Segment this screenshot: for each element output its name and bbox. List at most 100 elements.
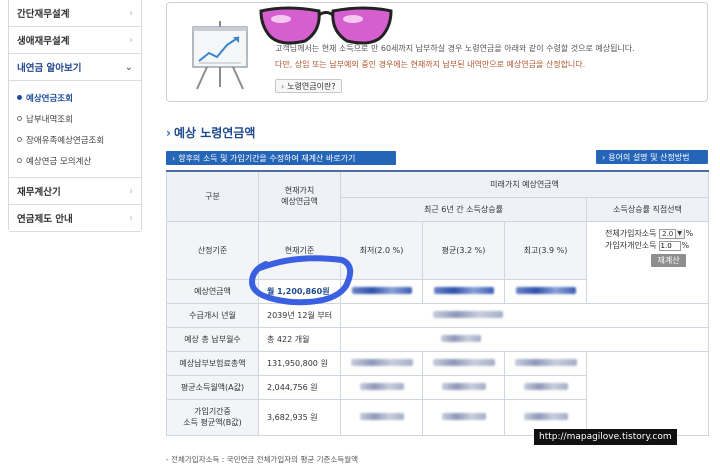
pension-table: 구분 현재가치 예상연금액 미래가치 예상연금액 최근 6년 간 소득상승률 소득… [166,170,710,436]
arrow-right-icon: › [602,152,606,162]
blurred-cell [340,398,423,436]
sidebar-item-system-guide[interactable]: 연금제도 안내 › [9,205,141,232]
sidebar-subitem-simulation[interactable]: 예상연금 모의계산 [17,150,141,171]
row-label-line1: 가입기간중 [194,407,231,416]
table-cell: 2039년 12월 부터 [258,302,341,328]
recalc-shortcut-button[interactable]: › 향후의 소득 및 가입기간을 수정하여 재계산 바로가기 [166,151,396,165]
sidebar-item-label: 내연금 알아보기 [17,63,82,74]
blurred-value [441,334,481,342]
blurred-cell [504,278,587,304]
sidebar-subitem-payment-history[interactable]: 납부내역조회 [17,108,141,129]
empty-cell [585,350,710,436]
blurred-cell [504,350,587,376]
personal-income-input[interactable] [658,240,681,251]
blurred-value [515,286,576,294]
row-label: 가입기간중소득 평균액(B값) [166,398,259,436]
intro-panel: 고객님께서는 현재 소득으로 만 60세까지 납부하실 경우 노령연금을 아래와… [166,2,708,102]
percent-label: % [681,241,690,250]
sidebar-subitem-disability-survivor[interactable]: 장애유족예상연금조회 [17,129,141,150]
blurred-value [351,286,412,294]
rate-low: 최저(2.0 %) [340,220,423,280]
arrow-right-icon: › [281,81,285,91]
blurred-cell [422,374,505,400]
sidebar-subitem-label: 장애유족예상연금조회 [26,135,105,146]
chevron-right-icon: › [166,126,171,140]
arrow-right-icon: › [172,153,176,163]
pension-info-button[interactable]: › 노령연금이란? [275,79,342,93]
blurred-value [350,358,413,366]
terms-explanation-button[interactable]: › 용어의 설명 및 산정방법 [596,150,708,164]
blurred-value [433,310,503,318]
sidebar-item-simple-plan[interactable]: 간단재무설계 › [9,0,141,27]
bullet-icon [17,137,22,142]
header-category: 구분 [166,170,259,222]
current-pension-value: 월 1,200,860원 [258,278,341,304]
sidebar-item-calculator[interactable]: 재무계산기 › [9,178,141,205]
sidebar-item-label: 연금제도 안내 [17,214,73,225]
presentation-chart-icon [192,21,248,90]
chevron-right-icon: › [129,7,133,19]
overall-income-select[interactable]: 2.0 ▼ [658,228,685,239]
blurred-cell [340,350,423,376]
table-cell: 3,682,935 원 [258,398,341,436]
row-label: 예상납부보험료총액 [166,350,259,376]
blurred-cell [422,350,505,376]
personal-income-row: 가입자개인소득% [605,240,706,252]
blurred-value [514,358,577,366]
blurred-value [359,382,404,390]
current-basis: 현재기준 [258,220,341,280]
sidebar-subitem-expected-pension[interactable]: 예상연금조회 [17,87,141,108]
blurred-value [523,412,568,420]
sidebar-subitem-label: 예상연금조회 [26,93,73,104]
blurred-value [433,286,494,294]
sidebar-nav: 간단재무설계 › 생애재무설계 › 내연금 알아보기 ⌄ 예상연금조회 납부내역조회 … [8,0,142,232]
blurred-value [523,382,568,390]
header-current-line1: 현재가치 [284,186,315,196]
terms-explanation-label: 용어의 설명 및 산정방법 [608,152,690,162]
blurred-value [441,412,486,420]
sidebar-item-life-plan[interactable]: 생애재무설계 › [9,27,141,54]
intro-text: 고객님께서는 현재 소득으로 만 60세까지 납부하실 경우 노령연금을 아래와… [275,44,635,53]
page-title: › 예상 노령연금액 [166,124,255,141]
bullet-icon [17,116,22,121]
blurred-value [359,412,404,420]
overall-income-label: 전체가입자소득 [605,229,657,238]
bullet-icon [17,158,22,163]
recalc-shortcut-label: 향후의 소득 및 가입기간을 수정하여 재계산 바로가기 [178,153,356,163]
footnote: - 전체가입자소득 : 국민연금 전체가입자의 평균 기준소득월액 [166,455,359,464]
sidebar-submenu: 예상연금조회 납부내역조회 장애유족예상연금조회 예상연금 모의계산 [9,81,141,178]
rate-avg: 평균(3.2 %) [422,220,505,280]
sunglasses-sticker-icon [259,6,393,45]
watermark: http://mapagilove.tistory.com [534,429,677,445]
row-label: 평균소득월액(A값) [166,374,259,400]
page-title-text: 예상 노령연금액 [173,126,256,140]
sidebar-item-my-pension[interactable]: 내연금 알아보기 ⌄ [9,54,141,81]
chevron-down-icon: ⌄ [124,61,133,73]
pension-info-label: 노령연금이란? [287,81,336,91]
header-recent-rate: 최근 6년 간 소득상승률 [340,196,587,222]
table-cell: 총 422 개월 [258,326,341,352]
header-future-value: 미래가치 예상연금액 [339,170,710,198]
blurred-cell [504,374,587,400]
sidebar-item-label: 간단재무설계 [17,9,70,20]
blurred-cell [339,326,710,352]
blurred-cell [340,278,423,304]
header-current-line2: 예상연금액 [281,197,318,207]
blurred-value [432,358,495,366]
blurred-value [441,382,486,390]
blurred-cell [422,278,505,304]
row-label-basis: 산정기준 [166,220,259,280]
blurred-cell [422,398,505,436]
blurred-cell [339,302,710,328]
row-label-line2: 소득 평균액(B값) [183,418,242,427]
blurred-cell [340,374,423,400]
personal-income-label: 가입자개인소득 [605,241,657,250]
table-cell: 2,044,756 원 [258,374,341,400]
recalculate-button[interactable]: 재계산 [651,253,686,267]
overall-income-row: 전체가입자소득 2.0 ▼% [605,228,706,240]
percent-label: % [685,229,694,238]
sidebar-item-label: 재무계산기 [17,187,61,198]
rate-high: 최고(3.9 %) [504,220,587,280]
bullet-icon [17,95,22,100]
row-label: 예상 총 납부월수 [166,326,259,352]
